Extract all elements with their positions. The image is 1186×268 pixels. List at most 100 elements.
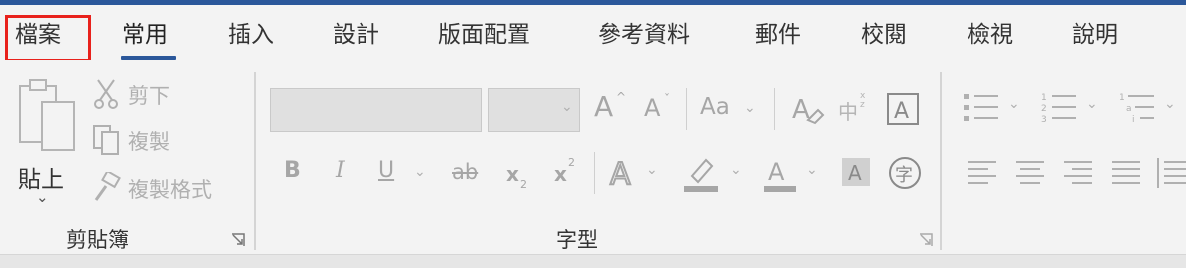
chevron-down-icon: ⌄ — [1086, 96, 1098, 112]
bullets-button[interactable]: ⌄ — [962, 90, 1026, 126]
change-case-label: Aa — [700, 94, 730, 120]
enclose-characters-button[interactable]: 字 — [888, 156, 922, 190]
text-effects-button[interactable]: A ⌄ — [608, 154, 666, 190]
character-shading-icon[interactable]: A — [842, 158, 870, 186]
highlight-color-button[interactable]: ⌄ — [682, 154, 746, 194]
strikethrough-icon[interactable]: ab — [452, 160, 478, 184]
bold-icon[interactable]: B — [284, 158, 301, 183]
paste-dropdown-icon[interactable]: ⌄ — [36, 188, 49, 206]
tab-insert[interactable]: 插入 — [228, 15, 274, 49]
tab-home[interactable]: 常用 — [122, 15, 168, 49]
tab-view[interactable]: 檢視 — [967, 15, 1013, 49]
clipboard-group-label: 剪貼簿 — [66, 228, 129, 252]
underline-icon: U — [378, 158, 395, 183]
brush-icon — [94, 172, 121, 201]
clipboard-group: 貼上 ⌄ 剪下 複製 複製格式 剪貼簿 — [0, 60, 255, 256]
paste-button[interactable]: 貼上 ⌄ — [12, 76, 76, 216]
cut-label: 剪下 — [128, 84, 170, 108]
font-color-button[interactable]: A ⌄ — [762, 154, 824, 194]
svg-text:A: A — [768, 158, 785, 186]
chevron-down-icon: ⌄ — [1008, 96, 1020, 112]
phonetic-guide-icon: xz — [860, 91, 866, 110]
dialog-launcher-icon[interactable] — [230, 232, 246, 248]
paragraph-group: ⌄ 1 2 3 ⌄ 1 a i ⌄ — [944, 60, 1186, 256]
svg-text:i: i — [1132, 115, 1135, 125]
chevron-down-icon[interactable]: ⌄ — [561, 99, 573, 115]
tab-design[interactable]: 設計 — [333, 15, 379, 49]
numbering-button[interactable]: 1 2 3 ⌄ — [1040, 90, 1104, 126]
copy-button[interactable]: 複製 — [92, 124, 242, 156]
svg-text:A: A — [848, 161, 862, 185]
svg-text:1: 1 — [1041, 93, 1047, 103]
format-painter-label: 複製格式 — [128, 178, 212, 202]
justify-icon[interactable] — [1110, 158, 1142, 188]
font-name-combo[interactable] — [270, 88, 482, 132]
copy-label: 複製 — [128, 130, 170, 154]
bullets-icon — [964, 94, 998, 121]
group-separator — [254, 72, 256, 250]
phonetic-guide-button[interactable]: 中 xz — [838, 92, 874, 128]
copy-icon — [93, 125, 119, 155]
tab-mailings[interactable]: 郵件 — [755, 15, 801, 49]
enclose-characters-label: 字 — [895, 165, 913, 186]
italic-icon[interactable]: I — [336, 158, 345, 183]
svg-text:1: 1 — [1119, 93, 1125, 103]
multilevel-list-icon: 1 a i — [1119, 93, 1154, 125]
align-center-icon[interactable] — [1014, 158, 1046, 188]
paste-icon — [19, 79, 75, 151]
shrink-font-icon: A — [644, 94, 661, 122]
font-group: ⌄ A ^ A ˇ Aa ⌄ A 中 xz A B I U ⌄ ab x 2 x… — [258, 60, 940, 256]
superscript-icon: x — [554, 162, 567, 186]
format-painter-button[interactable]: 複製格式 — [92, 172, 242, 204]
align-right-icon[interactable] — [1062, 158, 1094, 188]
dialog-launcher-icon[interactable] — [918, 232, 934, 248]
group-separator — [940, 72, 942, 250]
align-left-icon[interactable] — [966, 158, 998, 188]
svg-text:a: a — [1126, 104, 1132, 114]
chevron-down-icon: ⌄ — [806, 162, 818, 178]
shrink-font-button[interactable]: A ˇ — [642, 92, 678, 128]
character-border-icon[interactable]: A — [886, 92, 920, 126]
chevron-down-icon: ⌄ — [1164, 96, 1176, 112]
svg-text:A: A — [894, 99, 909, 124]
clear-formatting-icon[interactable]: A — [790, 92, 826, 128]
tab-layout[interactable]: 版面配置 — [438, 15, 530, 49]
superscript-button[interactable]: x 2 — [552, 156, 586, 190]
chevron-down-icon: ⌄ — [730, 162, 742, 178]
divider — [594, 152, 595, 194]
svg-text:A: A — [610, 157, 631, 190]
font-size-combo[interactable]: ⌄ — [488, 88, 580, 132]
grow-font-icon: A — [594, 90, 614, 123]
subscript-button[interactable]: x 2 — [504, 158, 538, 192]
font-group-label: 字型 — [556, 228, 598, 252]
font-color-icon: A — [764, 158, 796, 192]
tab-references[interactable]: 參考資料 — [598, 15, 690, 49]
text-effects-icon: A — [609, 156, 632, 190]
scissors-icon — [94, 79, 118, 109]
tab-review[interactable]: 校閱 — [861, 15, 907, 49]
underline-button[interactable]: U ⌄ — [376, 156, 436, 190]
change-case-button[interactable]: Aa ⌄ — [700, 94, 764, 126]
superscript-digit: 2 — [568, 156, 575, 169]
divider — [774, 88, 775, 130]
svg-text:2: 2 — [1041, 104, 1047, 114]
subscript-icon: x — [506, 162, 519, 186]
svg-text:3: 3 — [1041, 115, 1047, 125]
cut-button[interactable]: 剪下 — [92, 78, 242, 110]
grow-font-button[interactable]: A ^ — [592, 90, 628, 126]
numbering-icon: 1 2 3 — [1041, 93, 1076, 125]
multilevel-list-button[interactable]: 1 a i ⌄ — [1118, 90, 1182, 126]
ribbon-tabs: 檔案 常用 插入 設計 版面配置 參考資料 郵件 校閱 檢視 說明 — [0, 5, 1186, 62]
chevron-down-icon: ⌄ — [646, 162, 658, 178]
subscript-digit: 2 — [520, 178, 527, 191]
ribbon-home: 貼上 ⌄ 剪下 複製 複製格式 剪貼簿 ⌄ A ^ A ˇ Aa ⌄ A 中 x… — [0, 60, 1186, 256]
distributed-icon[interactable] — [1156, 156, 1186, 190]
phonetic-guide-label: 中 — [838, 100, 858, 124]
ribbon-bottom-edge — [0, 254, 1186, 268]
tab-file[interactable]: 檔案 — [15, 15, 61, 49]
divider — [686, 88, 687, 130]
tab-help[interactable]: 說明 — [1072, 15, 1118, 49]
caret-up-icon: ^ — [616, 90, 627, 104]
caret-down-small-icon: ˇ — [664, 92, 670, 106]
chevron-down-icon: ⌄ — [744, 100, 756, 116]
